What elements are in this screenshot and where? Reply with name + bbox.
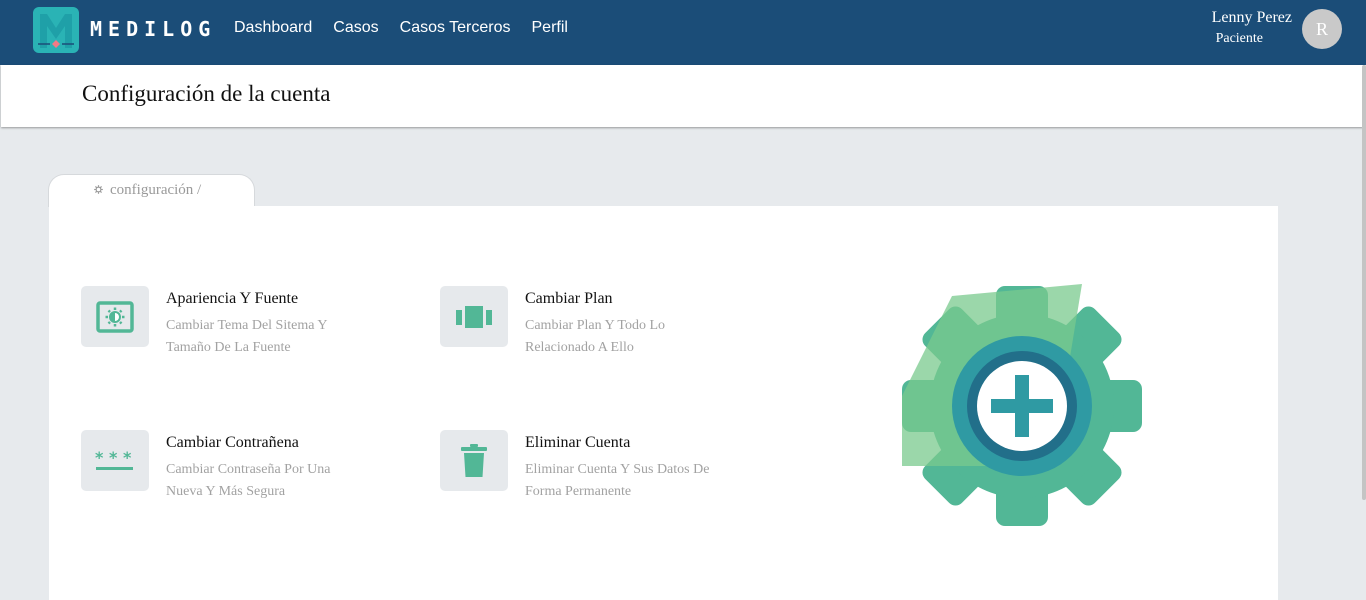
user-name[interactable]: Lenny Perez — [1212, 9, 1292, 27]
nav-link-casos-terceros[interactable]: Casos Terceros — [400, 19, 511, 37]
nav-link-perfil[interactable]: Perfil — [532, 19, 568, 37]
breadcrumb-label[interactable]: configuración / — [110, 182, 201, 199]
scrollbar[interactable] — [1362, 65, 1366, 500]
option-change-password[interactable]: * * * Cambiar Contrañena Cambiar Contraseñ… — [81, 430, 381, 510]
user-role: Paciente — [1215, 31, 1263, 46]
option-icon-box — [81, 286, 149, 347]
desc-line: Forma Permanente — [525, 484, 632, 499]
option-title: Cambiar Plan — [525, 290, 613, 307]
option-change-plan[interactable]: Cambiar Plan Cambiar Plan Y Todo Lo Rela… — [440, 286, 740, 366]
option-delete-account[interactable]: Eliminar Cuenta Eliminar Cuenta Y Sus Da… — [440, 430, 740, 510]
medilog-logo[interactable] — [32, 6, 80, 54]
desc-line: Cambiar Plan Y Todo Lo — [525, 318, 666, 333]
option-icon-box: * * * — [81, 430, 149, 491]
option-description: Cambiar Contraseña Por Una Nueva Y Más S… — [166, 459, 366, 503]
gear-icon — [94, 185, 103, 194]
desc-line: Tamaño De La Fuente — [166, 340, 291, 355]
option-icon-box — [440, 430, 508, 491]
main-nav: Dashboard Casos Casos Terceros Perfil — [234, 19, 568, 37]
option-title: Cambiar Contrañena — [166, 434, 299, 451]
desc-line: Cambiar Contraseña Por Una — [166, 462, 331, 477]
desc-line: Relacionado A Ello — [525, 340, 634, 355]
option-description: Cambiar Plan Y Todo Lo Relacionado A Ell… — [525, 315, 725, 359]
password-icon: * * * — [95, 448, 133, 470]
breadcrumb: configuración / — [48, 174, 255, 207]
option-title: Apariencia Y Fuente — [166, 290, 299, 307]
brand-name[interactable]: MEDILOG — [90, 17, 216, 41]
svg-text:*: * — [109, 448, 118, 467]
carousel-icon — [456, 305, 492, 328]
nav-link-dashboard[interactable]: Dashboard — [234, 19, 312, 37]
page-header: Configuración de la cuenta — [1, 65, 1363, 127]
option-title: Eliminar Cuenta — [525, 434, 631, 451]
avatar[interactable]: R — [1302, 9, 1342, 49]
svg-text:*: * — [123, 448, 132, 467]
desc-line: Nueva Y Más Segura — [166, 484, 286, 499]
option-description: Eliminar Cuenta Y Sus Datos De Forma Per… — [525, 459, 725, 503]
medical-gear-illustration — [902, 284, 1142, 526]
desc-line: Cambiar Tema Del Sitema Y — [166, 318, 328, 333]
trash-icon — [461, 443, 487, 477]
option-icon-box — [440, 286, 508, 347]
top-navbar: MEDILOG Dashboard Casos Casos Terceros P… — [0, 0, 1366, 65]
option-appearance[interactable]: Apariencia Y Fuente Cambiar Tema Del Sit… — [81, 286, 381, 366]
desc-line: Eliminar Cuenta Y Sus Datos De — [525, 462, 710, 477]
nav-link-casos[interactable]: Casos — [333, 19, 378, 37]
page-title: Configuración de la cuenta — [82, 81, 331, 106]
svg-text:*: * — [95, 448, 104, 467]
brightness-icon — [96, 300, 134, 333]
option-description: Cambiar Tema Del Sitema Y Tamaño De La F… — [166, 315, 366, 359]
